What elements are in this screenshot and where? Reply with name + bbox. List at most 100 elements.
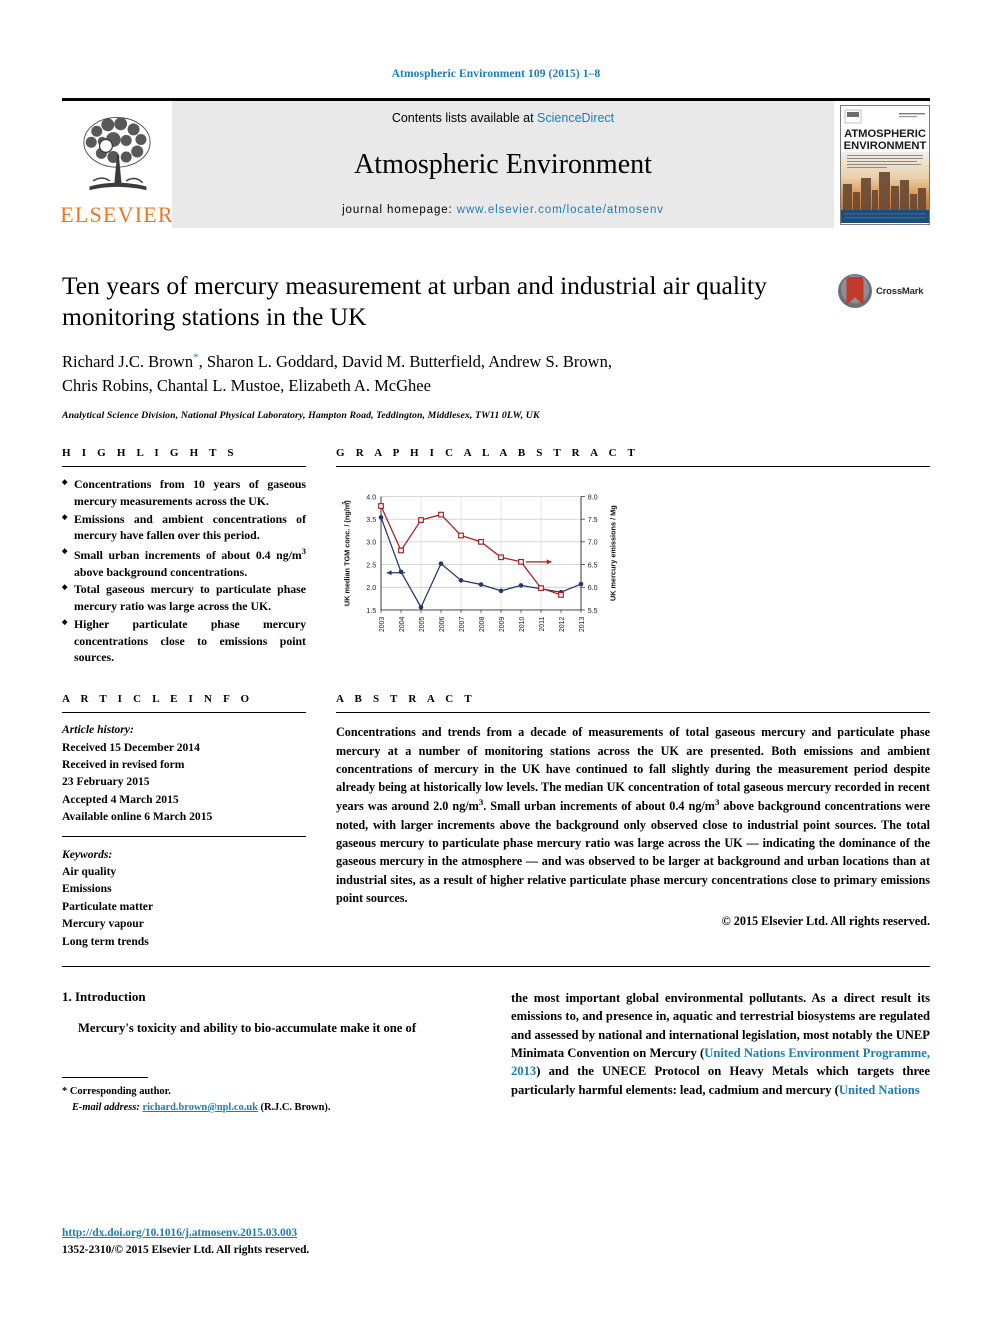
author-list: Richard J.C. Brown*, Sharon L. Goddard, … [62,350,930,398]
body-columns: 1. Introduction Mercury's toxicity and a… [62,989,930,1116]
page-title: Ten years of mercury measurement at urba… [62,271,767,332]
highlight-text: Emissions and ambient concentrations of … [74,511,306,543]
sciencedirect-link[interactable]: ScienceDirect [537,111,614,125]
info-abstract-row: A R T I C L E I N F O Article history: R… [62,693,930,950]
y-left-tick: 2.5 [366,561,376,569]
history-line: Available online 6 March 2015 [62,810,213,824]
graphical-abstract-column: G R A P H I C A L A B S T R A C T 1.5 2.0… [336,447,930,667]
body-paragraph-text: Mercury's toxicity and ability to bio-ac… [78,1020,417,1035]
list-item: Concentrations from 10 years of gaseous … [62,476,306,510]
running-head: Atmospheric Environment 109 (2015) 1–8 [391,68,601,80]
list-item: Emissions and ambient concentrations of … [62,511,306,545]
masthead-right: ATMOSPHERIC ENVIRONMENT [834,101,930,228]
mercury-trend-chart: 1.5 2.0 2.5 3.0 3.5 4.0 5.5 6.0 6.5 7.0 7.5 8.0 2003… [342,493,618,633]
x-tick-label: 2003 [379,617,386,633]
svg-text:ENVIRONMENT: ENVIRONMENT [844,140,927,152]
masthead-center: Contents lists available at ScienceDirec… [172,101,834,228]
y-right-tick: 8.0 [588,493,598,501]
history-line: Received in revised form [62,758,185,772]
divider [62,835,306,837]
keyword-item: Air quality [62,864,117,878]
highlights-heading: H I G H L I G H T S [62,447,238,460]
journal-title: Atmospheric Environment [354,148,652,180]
doi-link[interactable]: http://dx.doi.org/10.1016/j.atmosenv.201… [62,1227,297,1239]
y-right-tick: 6.5 [588,561,598,569]
keyword-item: Particulate matter [62,899,154,913]
highlights-column: H I G H L I G H T S Concentrations from … [62,447,306,667]
y-left-axis-title: UK median TGM conc. / (ng/m) [342,500,351,606]
footer-doi-block: http://dx.doi.org/10.1016/j.atmosenv.201… [62,1225,309,1259]
homepage-url[interactable]: www.elsevier.com/locate/atmosenv [457,204,664,216]
journal-cover-image: ATMOSPHERIC ENVIRONMENT [840,104,930,225]
y-right-tick: 6.0 [588,584,598,592]
author-first: Richard J.C. Brown [62,352,194,372]
history-line: Received 15 December 2014 [62,740,200,754]
x-tick-label: 2012 [559,617,566,633]
crossmark-label: CrossMark [876,285,924,297]
cover-artwork: ATMOSPHERIC ENVIRONMENT [841,105,929,224]
highlight-text: Small urban increments of about 0.4 ng/m… [74,546,306,579]
y-left-tick: 3.5 [366,516,376,524]
highlights-graphical-row: H I G H L I G H T S Concentrations from … [62,447,930,667]
email-note: E-mail address: richard.brown@npl.co.uk … [62,1100,481,1116]
body-paragraph: Mercury's toxicity and ability to bio-ac… [62,1019,481,1037]
y-left-tick: 2.0 [366,584,376,592]
citation-link[interactable]: United Nations [839,1083,920,1097]
history-line: Accepted 4 March 2015 [62,792,179,806]
svg-text:3: 3 [342,502,348,505]
affiliation: Analytical Science Division, National Ph… [62,410,540,422]
x-tick-label: 2010 [519,617,526,633]
list-item: Small urban increments of about 0.4 ng/m… [62,545,306,580]
article-info-column: A R T I C L E I N F O Article history: R… [62,693,306,950]
x-tick-label: 2004 [399,617,406,633]
divider [62,965,930,967]
homepage-prefix: journal homepage: [342,204,457,216]
journal-homepage-line: journal homepage: www.elsevier.com/locat… [342,204,664,216]
highlight-text: Total gaseous mercury to particulate pha… [74,582,306,614]
y-right-axis-title: UK mercury emissions / Mg [609,505,618,601]
list-item: Higher particulate phase mercury concent… [62,616,306,666]
graphical-abstract-figure: 1.5 2.0 2.5 3.0 3.5 4.0 5.5 6.0 6.5 7.0 7.5 8.0 2003… [336,477,930,663]
body-column-left: 1. Introduction Mercury's toxicity and a… [62,989,481,1116]
keywords-label: Keywords: [62,847,113,861]
article-history-label: Article history: [62,723,134,737]
body-column-right: the most important global environmental … [511,989,930,1116]
journal-masthead: ELSEVIER Contents lists available at Sci… [60,98,930,228]
email-label: E-mail address: [72,1101,140,1113]
contents-prefix: Contents lists available at [391,111,538,125]
article-history: Article history: Received 15 December 20… [62,721,306,825]
corresponding-text: Corresponding author. [69,1086,171,1098]
y-right-tick: 7.5 [588,516,598,524]
crossmark-icon [838,274,872,308]
svg-text:ATMOSPHERIC: ATMOSPHERIC [844,128,926,140]
highlight-text: Higher particulate phase mercury concent… [74,616,306,665]
abstract-text: Concentrations and trends from a decade … [336,725,930,905]
keyword-item: Mercury vapour [62,917,144,931]
keywords-block: Keywords: Air quality Emissions Particul… [62,846,306,950]
authors-line-2: Chris Robins, Chantal L. Mustoe, Elizabe… [62,376,431,396]
x-tick-label: 2011 [539,617,546,632]
article-info-heading: A R T I C L E I N F O [62,693,254,706]
title-block: Ten years of mercury measurement at urba… [62,270,930,332]
x-tick-label: 2005 [419,617,426,633]
corresponding-star: * [62,1086,68,1098]
x-tick-label: 2009 [499,617,506,633]
history-line: 23 February 2015 [62,775,150,789]
footnote-rule [62,1077,148,1079]
elsevier-wordmark: ELSEVIER [60,202,174,227]
keyword-item: Long term trends [62,934,149,948]
x-tick-label: 2006 [439,617,446,633]
elsevier-logo: ELSEVIER [60,101,174,228]
y-right-tick: 7.0 [588,539,598,547]
crossmark-badge[interactable]: CrossMark [838,270,930,308]
x-tick-label: 2008 [479,617,486,633]
email-link[interactable]: richard.brown@npl.co.uk [142,1102,257,1113]
section-heading: 1. Introduction [62,988,146,1004]
email-owner: (R.J.C. Brown). [260,1101,331,1113]
corresponding-author-note: * Corresponding author. [62,1084,481,1100]
keyword-item: Emissions [62,882,112,896]
abstract-heading: A B S T R A C T [336,693,476,706]
issn-line: 1352-2310/© 2015 Elsevier Ltd. All right… [62,1243,310,1256]
highlight-text: Concentrations from 10 years of gaseous … [74,477,306,508]
highlights-list: Concentrations from 10 years of gaseous … [62,476,306,666]
